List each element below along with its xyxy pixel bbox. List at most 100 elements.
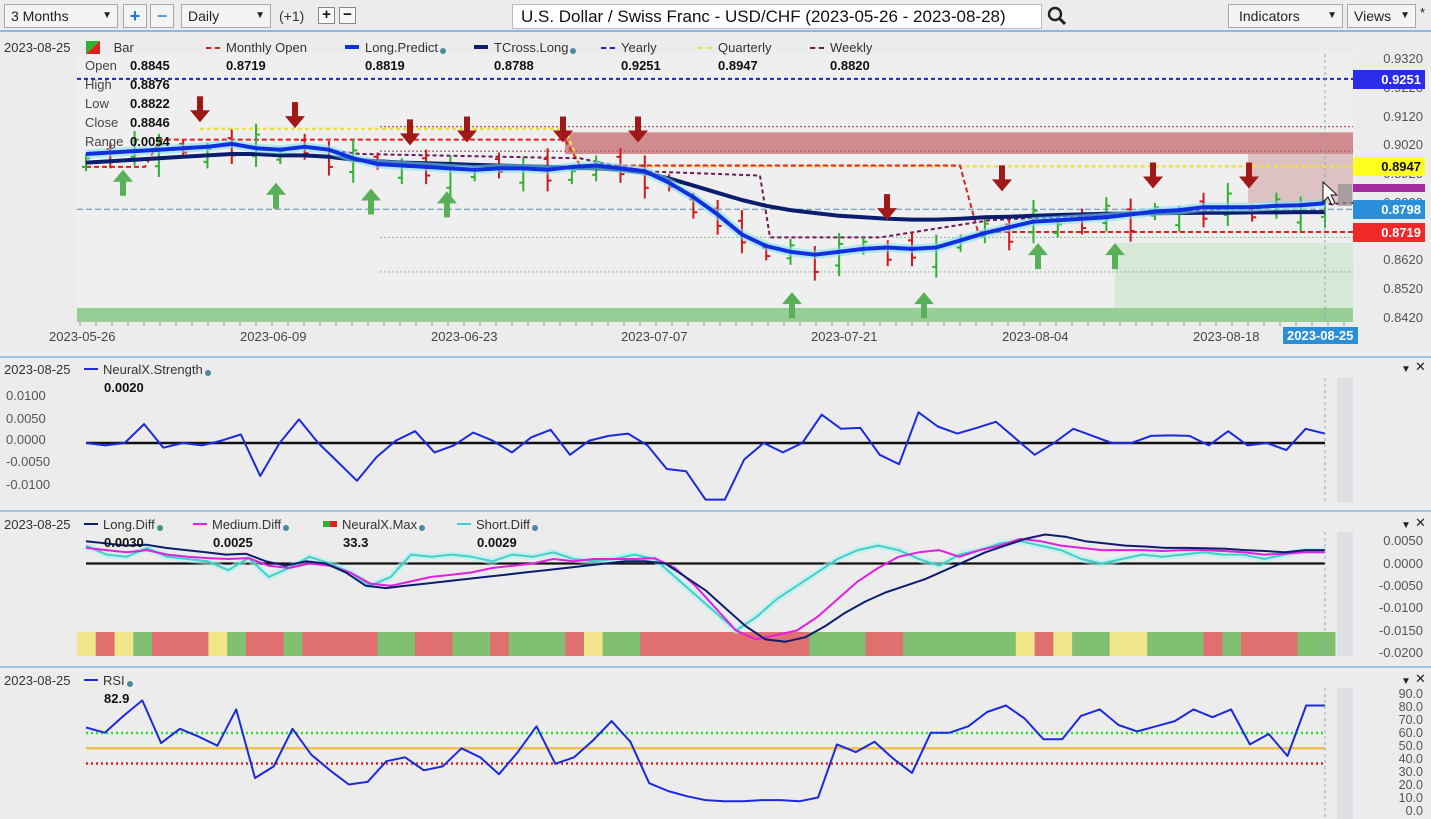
ohlc-label: Close <box>85 115 119 130</box>
remove-offset-button[interactable]: − <box>339 7 356 24</box>
neuralx-max-block <box>997 632 1017 656</box>
search-button[interactable] <box>1046 5 1068 30</box>
chevron-down-icon: ▼ <box>1327 10 1337 21</box>
neuralx-max-block <box>809 632 829 656</box>
y-tick-label: 0.0000 <box>1383 555 1423 571</box>
neuralx-max-block <box>1316 632 1336 656</box>
legend-name: NeuralX.Max <box>342 517 418 532</box>
settings-dot-icon[interactable] <box>126 681 133 687</box>
neuralx-max-block <box>358 632 378 656</box>
neuralx-max-block <box>1109 632 1129 656</box>
close-pane-button[interactable]: ✕ <box>1415 515 1426 531</box>
pane-menu-button[interactable]: ▼ <box>1401 672 1411 687</box>
scroll-area <box>1337 532 1353 656</box>
settings-dot-icon[interactable] <box>440 48 446 54</box>
close-pane-button[interactable]: ✕ <box>1415 359 1426 375</box>
neuralx-max-block <box>490 632 510 656</box>
legend-item: NeuralX.Strength <box>84 362 211 377</box>
y-tick-label: 0.0000 <box>6 432 46 447</box>
rsi-chart[interactable] <box>0 668 1431 819</box>
y-tick-label: 0.9020 <box>1383 137 1423 153</box>
legend-name: Long.Diff <box>103 517 155 532</box>
neuralx-max-block <box>677 632 698 656</box>
pane-date: 2023-08-25 <box>4 362 71 377</box>
pane-date: 2023-08-25 <box>4 40 71 55</box>
neuralx-max-block <box>865 632 885 656</box>
neuralx-max-block <box>170 632 191 656</box>
legend-name: Short.Diff <box>476 517 530 532</box>
views-dropdown[interactable]: Views ▼ <box>1347 4 1416 28</box>
y-tick-label: 0.9120 <box>1383 108 1423 124</box>
add-offset-button[interactable]: + <box>318 7 335 24</box>
y-tick-label: 0.0100 <box>6 388 46 403</box>
legend-value: 0.8820 <box>830 58 870 73</box>
neuralx-max-block <box>921 632 942 656</box>
settings-dot-icon[interactable] <box>531 525 538 531</box>
close-pane-button[interactable]: ✕ <box>1415 671 1426 687</box>
interval-select-value: Daily <box>188 8 220 24</box>
neuralx-max-block <box>1166 632 1186 656</box>
interval-select[interactable]: Daily ▼ <box>181 4 271 28</box>
settings-dot-icon[interactable] <box>156 525 163 531</box>
x-tick-label: 2023-08-18 <box>1193 329 1260 344</box>
neuralx-max-block <box>959 632 979 656</box>
legend-item: NeuralX.Max <box>323 517 426 532</box>
y-tick-label: 0.8520 <box>1383 281 1423 297</box>
neuralx-max-block <box>1090 632 1111 656</box>
legend-value: 0.9251 <box>621 58 661 73</box>
legend-value: 0.8819 <box>365 58 405 73</box>
price-tag: 0.8947 <box>1353 157 1425 177</box>
triangle-down-icon: ▼ <box>1401 676 1411 687</box>
neuralx-max-block <box>471 632 491 656</box>
legend-item: TCross.Long <box>474 40 577 55</box>
chevron-down-icon: ▼ <box>1400 10 1410 21</box>
search-icon <box>1047 6 1067 26</box>
support-zone-upper <box>1115 243 1353 308</box>
price-tag: 0.8719 <box>1353 222 1425 242</box>
pane-menu-button[interactable]: ▼ <box>1401 516 1411 531</box>
legend-value: 0.8788 <box>494 58 534 73</box>
resistance-zone-lower <box>1248 153 1353 203</box>
strength-chart[interactable] <box>0 358 1431 510</box>
legend-value: 0.8947 <box>718 58 758 73</box>
neuralx-max-block <box>414 632 435 656</box>
x-tick-label: 2023-05-26 <box>49 329 116 344</box>
legend-swatch-icon <box>84 679 98 681</box>
resistance-zone <box>565 132 1353 154</box>
close-icon: ✕ <box>1415 671 1426 686</box>
neuralx-max-block <box>1203 632 1223 656</box>
y-tick-label: -0.0200 <box>1378 644 1423 660</box>
neuralx-max-block <box>583 632 604 656</box>
neuralx-max-block <box>1241 632 1261 656</box>
range-select[interactable]: 3 Months ▼ <box>4 4 118 28</box>
settings-dot-icon[interactable] <box>570 48 577 54</box>
x-tick-label: 2023-07-21 <box>811 329 878 344</box>
indicators-dropdown[interactable]: Indicators ▼ <box>1228 4 1343 28</box>
settings-dot-icon[interactable] <box>419 525 426 531</box>
neuralx-max-block <box>133 632 153 656</box>
legend-value: 0.8719 <box>226 58 266 73</box>
settings-dot-icon[interactable] <box>283 525 290 531</box>
neuralx-max-block <box>114 632 134 656</box>
neuralx-max-block <box>452 632 472 656</box>
pane-menu-button[interactable]: ▼ <box>1401 360 1411 375</box>
neuralx-max-block <box>940 632 960 656</box>
neuralx-max-block <box>734 632 754 656</box>
legend-value: 82.9 <box>104 691 130 706</box>
scroll-area <box>1337 688 1353 819</box>
legend-name: Long.Predict <box>365 40 438 55</box>
neuralx-max-block <box>1128 632 1148 656</box>
indicators-label: Indicators <box>1239 8 1300 24</box>
neuralx-max-block <box>1184 632 1205 656</box>
diff-pane: 2023-08-25 Long.Diff 0.0030 Medium.Diff 0.0… <box>0 512 1431 666</box>
symbol-title-input[interactable]: U.S. Dollar / Swiss Franc - USD/CHF (202… <box>512 4 1042 29</box>
settings-dot-icon[interactable] <box>204 370 211 376</box>
legend-item: Quarterly <box>698 40 771 55</box>
zoom-out-button[interactable]: − <box>150 4 174 28</box>
legend-name: Medium.Diff <box>212 517 282 532</box>
x-tick-label: 2023-07-07 <box>621 329 688 344</box>
zoom-in-button[interactable]: + <box>123 4 147 28</box>
legend-bar: Bar <box>86 40 134 55</box>
legend-name: RSI <box>103 673 125 688</box>
price-chart[interactable] <box>0 34 1431 356</box>
